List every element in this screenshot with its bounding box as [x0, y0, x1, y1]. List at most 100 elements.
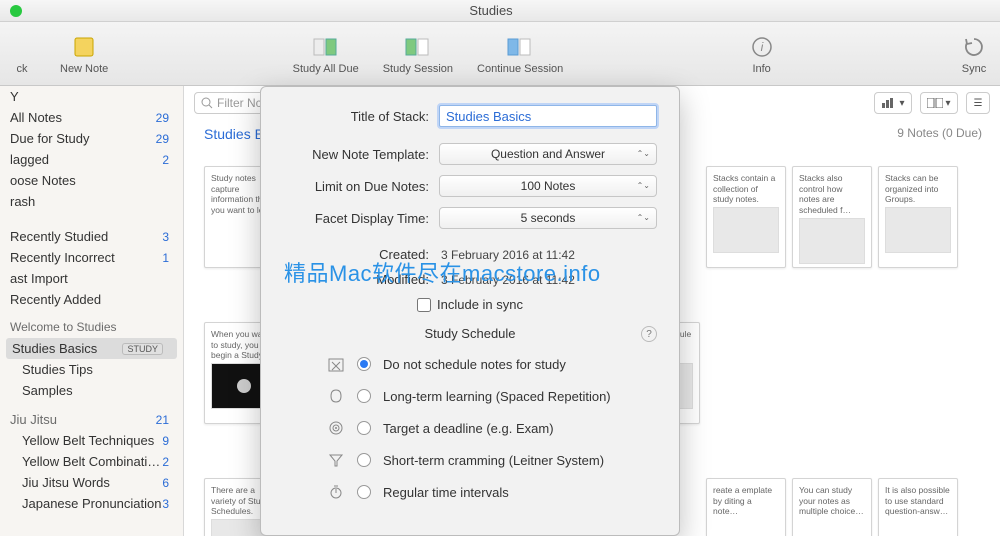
- title-label: Title of Stack:: [283, 109, 439, 124]
- sidebar-item-ybc[interactable]: Yellow Belt Combinations2: [0, 451, 183, 472]
- limit-label: Limit on Due Notes:: [283, 179, 439, 194]
- svg-text:i: i: [760, 40, 763, 54]
- chart-icon: [881, 97, 897, 109]
- note-card[interactable]: Stacks also control how notes are schedu…: [792, 166, 872, 268]
- sidebar-item-samples[interactable]: Samples: [0, 380, 183, 401]
- continue-session-button[interactable]: Continue Session: [477, 33, 563, 75]
- sidebar-item[interactable]: Y: [0, 86, 183, 107]
- toolbar: ck New Note Study All Due Study: [0, 22, 1000, 86]
- app-window: Studies ck New Note Study All Due: [0, 0, 1000, 536]
- sidebar-header-jiu[interactable]: Jiu Jitsu 21: [0, 409, 183, 430]
- limit-select[interactable]: 100 Notes: [439, 175, 657, 197]
- grid-icon: [927, 98, 943, 108]
- back-button[interactable]: ck: [8, 33, 36, 75]
- sidebar-item-studies-basics[interactable]: Studies Basics STUDY: [6, 338, 177, 359]
- card-thumbnail: [713, 207, 779, 253]
- sidebar-item-trash[interactable]: rash: [0, 191, 183, 212]
- view-controls: ▾ ▾ ☰: [874, 92, 990, 114]
- radio-none[interactable]: Do not schedule notes for study: [327, 355, 657, 373]
- info-button[interactable]: i Info: [748, 33, 776, 75]
- note-card[interactable]: It is also possible to use standard ques…: [878, 478, 958, 536]
- sidebar-item-jp[interactable]: Japanese Pronunciation3: [0, 493, 183, 514]
- schedule-header: Study Schedule: [424, 326, 515, 341]
- note-card[interactable]: reate a emplate by diting a note…: [706, 478, 786, 536]
- help-button[interactable]: ?: [641, 326, 657, 342]
- funnel-icon: [327, 451, 345, 469]
- sidebar-item-studies-tips[interactable]: Studies Tips: [0, 359, 183, 380]
- window-title: Studies: [22, 3, 960, 18]
- back-label: ck: [17, 63, 28, 75]
- radio-deadline[interactable]: Target a deadline (e.g. Exam): [327, 419, 657, 437]
- sidebar-item-recent-studied[interactable]: Recently Studied3: [0, 226, 183, 247]
- titlebar: Studies: [0, 0, 1000, 22]
- note-card[interactable]: Stacks contain a collection of study not…: [706, 166, 786, 268]
- study-all-due-button[interactable]: Study All Due: [293, 33, 359, 75]
- sidebar-item-due[interactable]: Due for Study29: [0, 128, 183, 149]
- modified-value: 3 February 2016 at 11:42: [439, 273, 657, 287]
- new-note-button[interactable]: New Note: [60, 33, 108, 75]
- info-icon: i: [748, 33, 776, 61]
- template-label: New Note Template:: [283, 147, 439, 162]
- study-session-button[interactable]: Study Session: [383, 33, 453, 75]
- search-icon: [201, 97, 213, 109]
- radio-dot: [357, 357, 371, 371]
- sidebar-item-ybt[interactable]: Yellow Belt Techniques9: [0, 430, 183, 451]
- sidebar-item-jjw[interactable]: Jiu Jitsu Words6: [0, 472, 183, 493]
- radio-regular[interactable]: Regular time intervals: [327, 483, 657, 501]
- card-thumbnail: [799, 218, 865, 264]
- note-card[interactable]: Stacks can be organized into Groups.: [878, 166, 958, 268]
- new-note-label: New Note: [60, 63, 108, 75]
- sync-button[interactable]: Sync: [960, 33, 988, 75]
- continue-session-label: Continue Session: [477, 63, 563, 75]
- radio-dot: [357, 485, 371, 499]
- calendar-x-icon: [327, 355, 345, 373]
- radio-leitner[interactable]: Short-term cramming (Leitner System): [327, 451, 657, 469]
- stack-title-input[interactable]: [439, 105, 657, 127]
- note-card[interactable]: You can study your notes as multiple cho…: [792, 478, 872, 536]
- view-grid-button[interactable]: ▾: [920, 92, 958, 114]
- sidebar-item-loose[interactable]: oose Notes: [0, 170, 183, 191]
- schedule-radio-group: Do not schedule notes for study Long-ter…: [283, 355, 657, 501]
- sidebar-header-welcome: Welcome to Studies: [0, 310, 183, 338]
- stack-green-icon: [312, 33, 340, 61]
- created-label: Created:: [283, 247, 439, 262]
- radio-dot: [357, 389, 371, 403]
- study-tag: STUDY: [122, 343, 163, 355]
- sidebar-item-recent-incorrect[interactable]: Recently Incorrect1: [0, 247, 183, 268]
- created-value: 3 February 2016 at 11:42: [439, 248, 657, 262]
- include-sync-checkbox[interactable]: [417, 298, 431, 312]
- sidebar-item-recent-added[interactable]: Recently Added: [0, 289, 183, 310]
- facet-select[interactable]: 5 seconds: [439, 207, 657, 229]
- facet-label: Facet Display Time:: [283, 211, 439, 226]
- sync-icon: [960, 33, 988, 61]
- traffic-lights: [0, 5, 22, 17]
- include-sync-label: Include in sync: [437, 297, 523, 312]
- modified-label: Modified:: [283, 272, 439, 287]
- brain-icon: [327, 387, 345, 405]
- search-placeholder: Filter Nc: [217, 96, 262, 110]
- info-label: Info: [752, 63, 770, 75]
- view-menu-button[interactable]: ☰: [966, 92, 990, 114]
- view-chart-button[interactable]: ▾: [874, 92, 912, 114]
- sync-label: Sync: [962, 63, 986, 75]
- radio-spaced[interactable]: Long-term learning (Spaced Repetition): [327, 387, 657, 405]
- stack-blue-icon: [506, 33, 534, 61]
- radio-dot: [357, 453, 371, 467]
- menu-icon: ☰: [974, 98, 983, 109]
- note-icon: [70, 33, 98, 61]
- radio-dot: [357, 421, 371, 435]
- card-thumbnail: [885, 207, 951, 253]
- stack-green2-icon: [404, 33, 432, 61]
- template-select[interactable]: Question and Answer: [439, 143, 657, 165]
- study-session-label: Study Session: [383, 63, 453, 75]
- sidebar: Y All Notes29 Due for Study29 lagged2 oo…: [0, 86, 184, 536]
- stack-info-panel: Title of Stack: New Note Template: Quest…: [260, 86, 680, 536]
- sidebar-item-flagged[interactable]: lagged2: [0, 149, 183, 170]
- target-icon: [327, 419, 345, 437]
- study-all-label: Study All Due: [293, 63, 359, 75]
- traffic-maximize[interactable]: [10, 5, 22, 17]
- stopwatch-icon: [327, 483, 345, 501]
- sidebar-item-all-notes[interactable]: All Notes29: [0, 107, 183, 128]
- sidebar-item-last-import[interactable]: ast Import: [0, 268, 183, 289]
- notes-count-label: 9 Notes (0 Due): [897, 126, 982, 140]
